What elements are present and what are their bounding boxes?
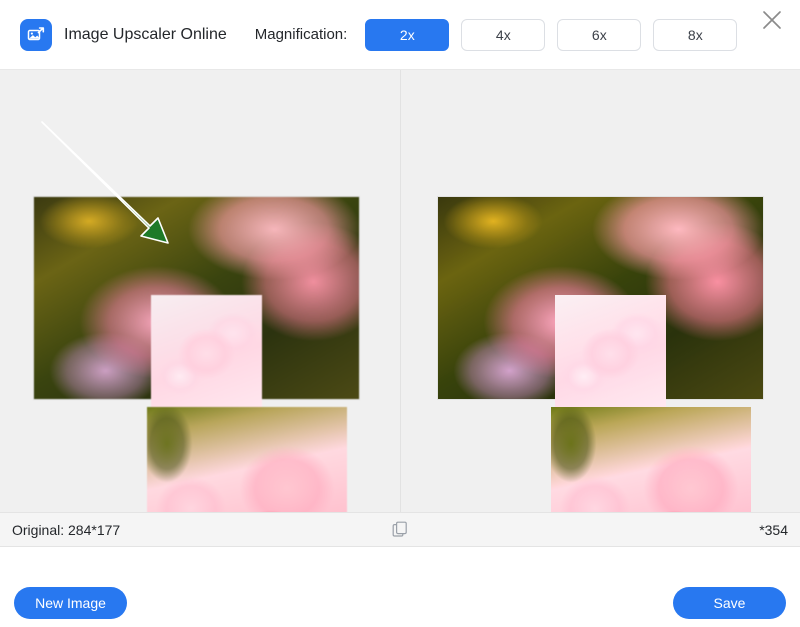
close-button[interactable] <box>756 6 788 38</box>
original-dimensions-label: Original: 284*177 <box>12 522 121 538</box>
magnification-option-8x[interactable]: 8x <box>653 18 738 51</box>
save-button[interactable]: Save <box>673 587 786 619</box>
image-upscaler-window: Image Upscaler Online Magnification: 2x … <box>0 0 800 627</box>
app-logo <box>20 18 52 51</box>
image-upscale-icon <box>26 25 46 45</box>
page-title: Image Upscaler Online <box>64 25 227 43</box>
compare-copy-icon[interactable] <box>392 521 409 538</box>
magnification-option-6x[interactable]: 6x <box>557 18 642 51</box>
magnification-option-2x[interactable]: 2x <box>365 18 450 51</box>
close-icon <box>759 7 785 38</box>
original-zoom-inset-lower <box>147 407 347 512</box>
footer-bar: New Image Save <box>0 547 800 627</box>
app-header: Image Upscaler Online Magnification: 2x … <box>0 0 800 70</box>
new-image-button[interactable]: New Image <box>14 587 127 619</box>
magnification-label: Magnification: <box>254 26 348 43</box>
comparison-workspace <box>0 70 800 512</box>
magnification-option-4x[interactable]: 4x <box>461 18 546 51</box>
upscaled-zoom-inset-lower <box>551 407 751 512</box>
original-zoom-inset-upper <box>151 295 262 408</box>
magnification-button-group: 2x 4x 6x 8x <box>365 18 738 51</box>
upscaled-zoom-inset-upper <box>555 295 666 408</box>
panel-divider <box>400 70 401 512</box>
processed-dimensions-label: *354 <box>759 522 788 538</box>
